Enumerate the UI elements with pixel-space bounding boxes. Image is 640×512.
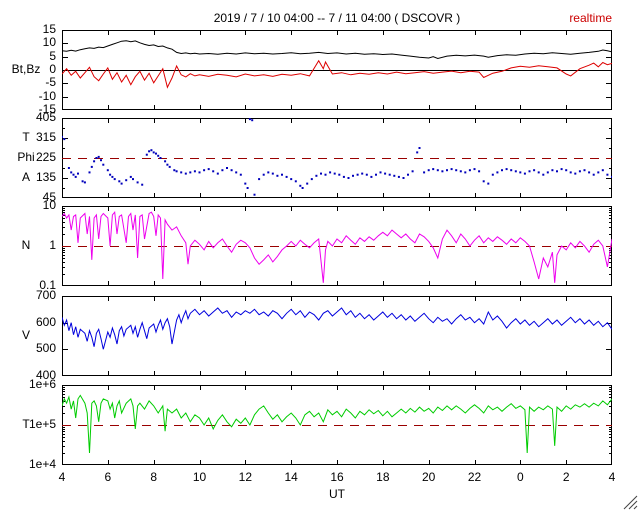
realtime-status-label: realtime — [569, 11, 612, 25]
panel-label-n: N — [21, 238, 31, 252]
y-tick-label: 405 — [35, 110, 56, 124]
y-tick-label: 15 — [42, 22, 56, 36]
panel-label-v: V — [21, 328, 30, 342]
panel-label-t: T — [22, 130, 30, 144]
x-tick-label: 12 — [238, 470, 252, 484]
panel-v — [62, 296, 612, 376]
y-tick-label: 500 — [35, 341, 56, 356]
series-t — [62, 394, 612, 454]
y-tick-label: 10 — [42, 35, 56, 50]
x-tick-label: 4 — [608, 470, 616, 484]
panel-label-a: A — [21, 170, 30, 184]
series-v — [62, 307, 612, 350]
x-tick-label: 0 — [516, 470, 524, 484]
panel-n — [62, 206, 612, 286]
dscovr-realtime-plot-window: 2019 / 7 / 10 04:00 -- 7 / 11 04:00 ( DS… — [0, 0, 640, 512]
y-tick-label: 600 — [35, 314, 56, 329]
y-tick-label: 10 — [42, 198, 56, 212]
x-tick-label: 14 — [284, 470, 298, 484]
y-tick-label: 700 — [35, 288, 56, 302]
x-tick-label: 4 — [58, 470, 66, 484]
x-tick-label: 16 — [330, 470, 344, 484]
x-tick-label: 22 — [467, 470, 482, 484]
y-tick-label: 1e+4 — [28, 457, 56, 471]
panel-label-t: T — [22, 417, 30, 431]
x-axis-title: UT — [329, 487, 345, 501]
x-tick-label: 18 — [376, 470, 390, 484]
series-bt — [62, 40, 612, 60]
y-tick-label: -10 — [38, 88, 56, 103]
panel-label-phi: Phi — [17, 150, 35, 164]
panel-label-btbz: Bt,Bz — [11, 62, 41, 76]
y-tick-label: 5 — [49, 48, 56, 63]
x-tick-label: 6 — [104, 470, 112, 484]
y-tick-label: 1e+6 — [28, 377, 56, 391]
x-tick-label: 10 — [192, 470, 207, 484]
y-tick-label: -5 — [45, 75, 56, 90]
series-n — [62, 210, 612, 283]
x-tick-label: 8 — [150, 470, 157, 484]
series-bz — [62, 59, 612, 89]
panel-bt_bz — [62, 30, 612, 110]
series-phi — [62, 118, 612, 196]
resize-grip-icon[interactable] — [621, 493, 639, 511]
plot-title: 2019 / 7 / 10 04:00 -- 7 / 11 04:00 ( DS… — [213, 11, 461, 25]
panel-phi — [62, 118, 612, 198]
x-tick-label: 2 — [562, 470, 570, 484]
x-tick-label: 20 — [421, 470, 436, 484]
panel-t — [62, 385, 612, 465]
